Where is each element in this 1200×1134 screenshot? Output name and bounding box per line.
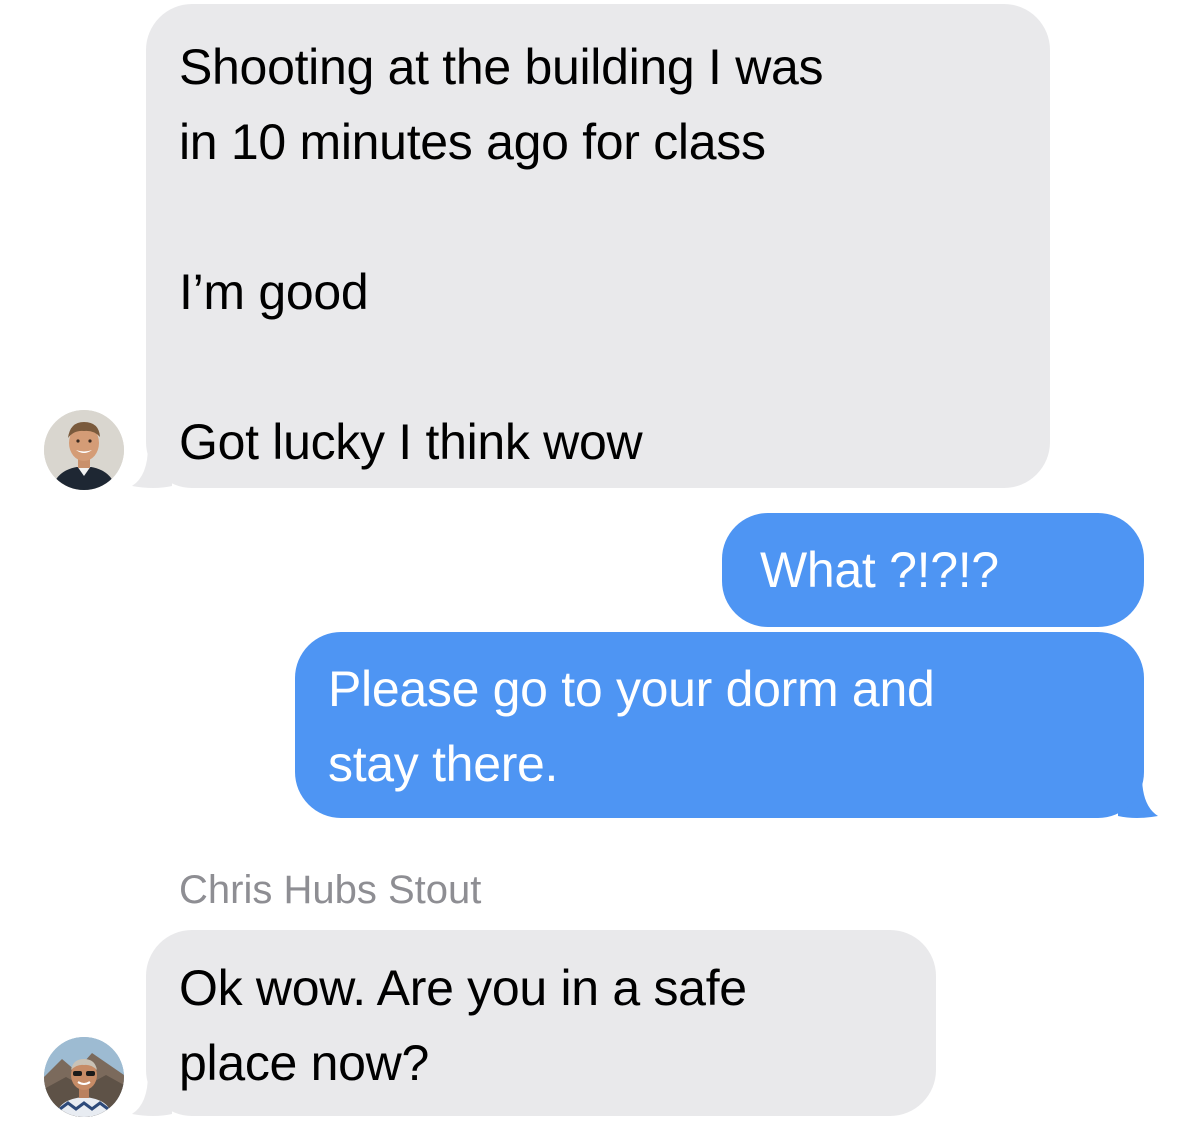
message-text: What ?!?!? (760, 542, 999, 598)
message-text: stay there. (328, 736, 559, 792)
message-bubble-incoming[interactable]: Ok wow. Are you in a safe place now? (146, 930, 936, 1116)
person-photo-icon (44, 410, 124, 490)
contact-avatar[interactable] (44, 410, 124, 490)
message-text (179, 180, 1050, 255)
message-text: place now? (179, 1035, 429, 1091)
contact-avatar[interactable] (44, 1037, 124, 1117)
message-text: Ok wow. Are you in a safe (179, 960, 747, 1016)
message-bubble-outgoing[interactable]: Please go to your dorm and stay there. (295, 632, 1144, 818)
message-text: in 10 minutes ago for class (179, 114, 766, 170)
message-text: I’m good (179, 264, 369, 320)
message-text: Got lucky I think wow (179, 414, 643, 470)
message-text (179, 330, 1050, 405)
message-text: Shooting at the building I was (179, 39, 824, 95)
message-text: Please go to your dorm and (328, 661, 935, 717)
person-photo-icon (44, 1037, 124, 1117)
sender-name: Chris Hubs Stout (179, 868, 482, 912)
message-bubble-outgoing[interactable]: What ?!?!? (722, 513, 1144, 627)
message-bubble-incoming[interactable]: Shooting at the building I was in 10 min… (146, 4, 1050, 488)
